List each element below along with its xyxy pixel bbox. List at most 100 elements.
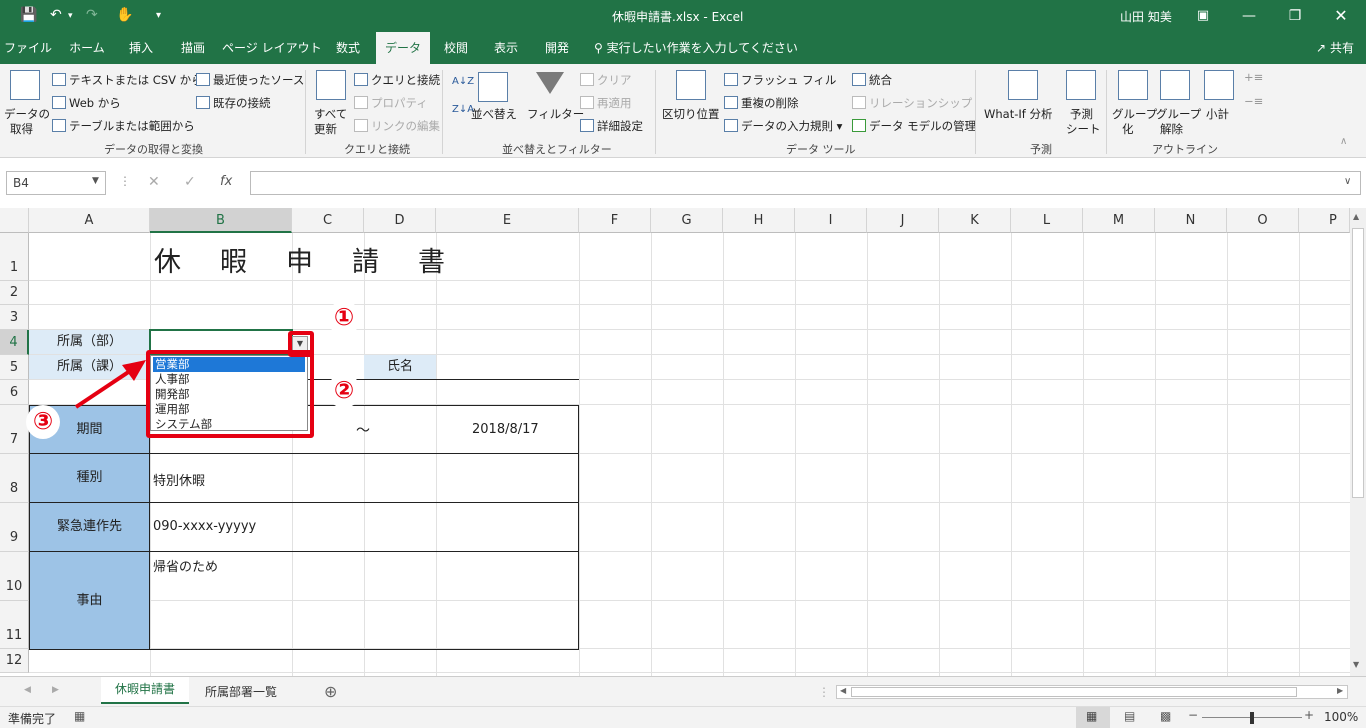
tab-insert[interactable]: 挿入 <box>118 32 164 64</box>
get-data-button[interactable]: データの <box>4 106 50 122</box>
tab-page-layout[interactable]: ページ レイアウト <box>222 32 322 64</box>
data-validation-button[interactable]: データの入力規則 ▾ <box>724 118 842 134</box>
tab-draw[interactable]: 描画 <box>168 32 218 64</box>
column-header-k[interactable]: K <box>939 208 1011 233</box>
horizontal-scroll-thumb[interactable] <box>851 687 1297 697</box>
tab-formulas[interactable]: 数式 <box>324 32 372 64</box>
consolidate-button[interactable]: 統合 <box>852 72 892 88</box>
group-label2[interactable]: 化 <box>1122 121 1134 137</box>
column-header-h[interactable]: H <box>723 208 795 233</box>
undo-icon[interactable]: ↶ <box>50 7 62 23</box>
text-to-columns-button[interactable]: 区切り位置 <box>662 106 720 122</box>
column-header-e[interactable]: E <box>436 208 579 233</box>
scroll-left-icon[interactable]: ◀ <box>840 686 846 695</box>
ungroup-label2[interactable]: 解除 <box>1160 121 1183 137</box>
sheet-tab-other[interactable]: 所属部署一覧 <box>191 680 291 704</box>
remove-duplicates-button[interactable]: 重複の削除 <box>724 95 799 111</box>
web-button[interactable]: Web から <box>52 95 121 111</box>
column-header-b[interactable]: B <box>150 208 292 233</box>
column-header-d[interactable]: D <box>364 208 436 233</box>
name-box[interactable]: B4 <box>6 171 106 195</box>
scroll-up-icon[interactable]: ▲ <box>1353 212 1359 221</box>
flash-fill-button[interactable]: フラッシュ フィル <box>724 72 836 88</box>
minimize-icon[interactable]: — <box>1226 0 1272 32</box>
sheet-tab-active[interactable]: 休暇申請書 <box>101 677 189 704</box>
tab-file[interactable]: ファイル <box>0 32 56 64</box>
undo-dropdown-icon[interactable]: ▾ <box>68 11 73 21</box>
user-name[interactable]: 山田 知美 <box>1120 8 1172 25</box>
normal-view-button[interactable]: ▦ <box>1076 707 1110 728</box>
ribbon-display-icon[interactable]: ▣ <box>1180 0 1226 32</box>
column-header-p[interactable]: P <box>1299 208 1350 233</box>
row-header-1[interactable]: 1 <box>0 233 29 281</box>
refresh-all-label2[interactable]: 更新 <box>314 121 337 137</box>
queries-connections-button[interactable]: クエリと接続 <box>354 72 440 88</box>
column-header-o[interactable]: O <box>1227 208 1299 233</box>
macro-record-icon[interactable]: ▦ <box>74 709 85 723</box>
row-header-5[interactable]: 5 <box>0 355 29 380</box>
cancel-icon[interactable]: ✕ <box>148 174 160 190</box>
close-icon[interactable]: ✕ <box>1318 0 1364 32</box>
row-header-10[interactable]: 10 <box>0 552 29 601</box>
column-header-n[interactable]: N <box>1155 208 1227 233</box>
ungroup-button[interactable]: グループ <box>1156 106 1201 122</box>
what-if-button[interactable]: What-If 分析 <box>984 106 1052 122</box>
tab-data[interactable]: データ <box>376 32 430 64</box>
tell-me-box[interactable]: ⚲ 実行したい作業を入力してください <box>594 32 798 64</box>
enter-icon[interactable]: ✓ <box>184 174 196 190</box>
vertical-scroll-thumb[interactable] <box>1352 228 1364 498</box>
page-layout-view-icon[interactable]: ▤ <box>1124 709 1135 723</box>
horizontal-scrollbar[interactable]: ◀ ▶ <box>836 685 1348 699</box>
collapse-ribbon-icon[interactable]: ∧ <box>1340 136 1347 147</box>
row-header-6[interactable]: 6 <box>0 380 29 405</box>
forecast-sheet-button[interactable]: 予測 <box>1070 106 1093 122</box>
share-button[interactable]: ↗ 共有 <box>1308 32 1362 64</box>
get-data-label2[interactable]: 取得 <box>10 121 33 137</box>
group-button[interactable]: グループ <box>1112 106 1157 122</box>
name-box-dropdown-icon[interactable]: ▼ <box>92 176 99 186</box>
contact-value[interactable]: 090-xxxx-yyyyy <box>153 519 256 534</box>
row-header-12[interactable]: 12 <box>0 649 29 673</box>
sheet-next-icon[interactable]: ▶ <box>52 685 59 695</box>
existing-connections-button[interactable]: 既存の接続 <box>196 95 271 111</box>
text-csv-button[interactable]: テキストまたは CSV から <box>52 72 203 88</box>
tab-review[interactable]: 校閲 <box>434 32 478 64</box>
zoom-slider-thumb[interactable] <box>1250 712 1254 724</box>
insert-function-icon[interactable]: fx <box>220 174 232 189</box>
tab-split-handle-icon[interactable]: ⋮ <box>818 685 830 699</box>
save-icon[interactable]: 💾 <box>20 7 37 23</box>
advanced-button[interactable]: 詳細設定 <box>580 118 643 134</box>
sort-button[interactable]: 並べ替え <box>471 106 517 122</box>
type-value[interactable]: 特別休暇 <box>153 470 205 489</box>
subtotal-button[interactable]: 小計 <box>1206 106 1229 122</box>
select-all-corner[interactable] <box>0 208 29 233</box>
row-header-3[interactable]: 3 <box>0 305 29 330</box>
row-header-11[interactable]: 11 <box>0 601 29 649</box>
zoom-level[interactable]: 100% <box>1324 710 1358 724</box>
column-header-f[interactable]: F <box>579 208 651 233</box>
vertical-scrollbar[interactable]: ▲ ▼ <box>1350 208 1366 676</box>
column-header-l[interactable]: L <box>1011 208 1083 233</box>
add-sheet-icon[interactable]: ⊕ <box>324 682 337 701</box>
tab-developer[interactable]: 開発 <box>534 32 580 64</box>
sheet-prev-icon[interactable]: ◀ <box>24 685 31 695</box>
row-header-8[interactable]: 8 <box>0 454 29 503</box>
zoom-in-icon[interactable]: + <box>1304 708 1314 722</box>
refresh-all-button[interactable]: すべて <box>314 106 347 122</box>
column-header-g[interactable]: G <box>651 208 723 233</box>
forecast-sheet-label2[interactable]: シート <box>1066 121 1101 137</box>
column-header-i[interactable]: I <box>795 208 867 233</box>
page-break-view-icon[interactable]: ▩ <box>1160 709 1171 723</box>
scroll-down-icon[interactable]: ▼ <box>1353 660 1359 669</box>
row-header-4[interactable]: 4 <box>0 330 29 355</box>
row-header-2[interactable]: 2 <box>0 281 29 305</box>
tab-view[interactable]: 表示 <box>482 32 530 64</box>
period-end-date[interactable]: 2018/8/17 <box>472 422 539 437</box>
customize-icon[interactable]: ▾ <box>156 10 161 21</box>
formula-input[interactable] <box>250 171 1361 195</box>
touch-mode-icon[interactable]: ✋ <box>116 7 133 23</box>
row-header-7[interactable]: 7 <box>0 405 29 454</box>
restore-icon[interactable]: ❐ <box>1272 0 1318 32</box>
column-header-j[interactable]: J <box>867 208 939 233</box>
sort-az-button[interactable]: A↓Z <box>452 76 474 87</box>
